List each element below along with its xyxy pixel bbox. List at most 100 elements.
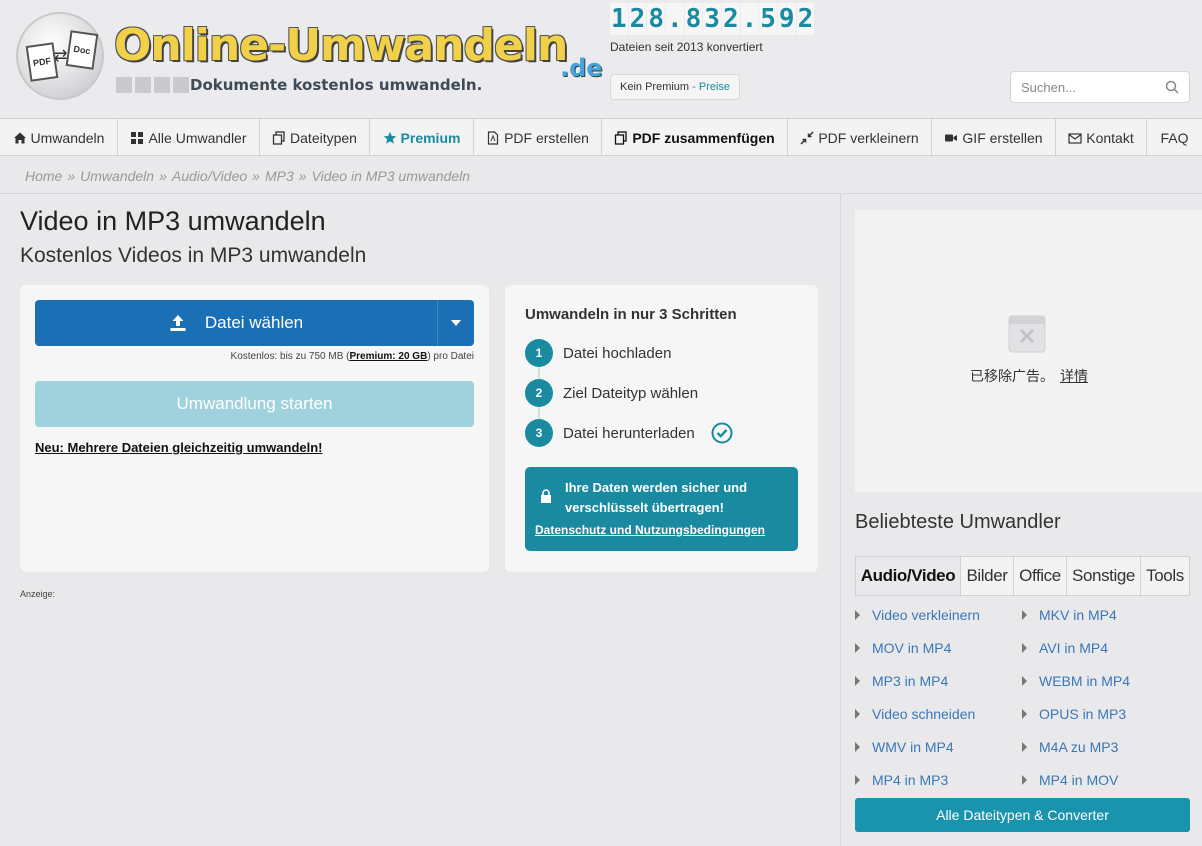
logo-tld: .de: [560, 54, 603, 82]
envelope-icon: [1068, 132, 1082, 144]
tab-sonstige[interactable]: Sonstige: [1067, 557, 1141, 595]
choose-source-dropdown[interactable]: [438, 300, 474, 346]
converter-link[interactable]: Video verkleinern: [855, 606, 980, 624]
logo-text[interactable]: Online-Umwandeln: [114, 20, 568, 71]
converter-label: WEBM in MP4: [1039, 673, 1131, 689]
converter-label: MKV in MP4: [1039, 607, 1117, 623]
caret-right-icon: [855, 742, 860, 752]
tab-tools[interactable]: Tools: [1141, 557, 1189, 595]
ad-details-link[interactable]: 详情: [1060, 368, 1088, 384]
converter-label: MP3 in MP4: [872, 673, 949, 689]
converter-link[interactable]: MP4 in MP3: [855, 771, 948, 789]
tab-office[interactable]: Office: [1014, 557, 1067, 595]
nav-item-faq[interactable]: FAQ: [1147, 119, 1202, 156]
sidebar-divider: [840, 194, 841, 846]
divider: [0, 193, 1202, 194]
choose-file-button[interactable]: Datei wählen: [35, 300, 437, 346]
converter-link[interactable]: MP4 in MOV: [1022, 771, 1118, 789]
premium-limit-link[interactable]: Premium: 20 GB: [350, 351, 428, 362]
counter-digit: .: [665, 3, 684, 35]
all-converters-button[interactable]: Alle Dateitypen & Converter: [855, 798, 1190, 832]
home-icon: [13, 132, 26, 143]
caret-right-icon: [855, 709, 860, 719]
nav-item-dateitypen[interactable]: Dateitypen: [260, 119, 370, 156]
video-camera-icon: [945, 134, 958, 141]
converter-link[interactable]: Video schneiden: [855, 705, 975, 723]
grid-icon: [131, 131, 144, 144]
nav-label: PDF zusammenfügen: [632, 129, 775, 146]
nav-item-kontakt[interactable]: Kontakt: [1056, 119, 1147, 156]
counter-digit: 2: [721, 3, 740, 35]
search-input[interactable]: [1021, 80, 1161, 95]
prices-link[interactable]: Preise: [699, 81, 730, 93]
breadcrumb: Home » Umwandeln » Audio/Video » MP3 » V…: [25, 168, 470, 184]
nav-label: PDF verkleinern: [818, 129, 919, 146]
counter-digit: .: [740, 3, 759, 35]
search-icon[interactable]: [1165, 80, 1179, 94]
compress-icon: [800, 130, 814, 145]
privacy-terms-link[interactable]: Datenschutz und Nutzungsbedingungen: [535, 523, 765, 537]
converter-label: MP4 in MOV: [1039, 772, 1119, 788]
breadcrumb-link[interactable]: MP3: [265, 168, 294, 184]
premium-dash: -: [689, 81, 699, 93]
swap-arrows-icon: ⇄: [54, 48, 68, 65]
site-header: PDF Doc ⇄ Online-Umwandeln .de Dokumente…: [0, 0, 1202, 118]
converter-link[interactable]: MOV in MP4: [855, 639, 951, 657]
nav-label: Dateitypen: [290, 129, 357, 146]
converter-link[interactable]: AVI in MP4: [1022, 639, 1108, 657]
converter-link[interactable]: WEBM in MP4: [1022, 672, 1130, 690]
converter-link[interactable]: M4A zu MP3: [1022, 738, 1118, 756]
page-subtitle: Kostenlos Videos in MP3 umwandeln: [20, 244, 367, 267]
steps-title: Umwandeln in nur 3 Schritten: [525, 306, 737, 323]
caret-right-icon: [1022, 775, 1027, 785]
premium-status-pill[interactable]: Kein Premium - Preise: [610, 74, 741, 100]
converter-link[interactable]: MP3 in MP4: [855, 672, 948, 690]
ad-removed-text: 已移除广告。: [970, 368, 1054, 384]
nav-item-pdf-verkleinern[interactable]: PDF verkleinern: [788, 119, 932, 156]
step-number: 3: [525, 419, 553, 447]
converter-link[interactable]: WMV in MP4: [855, 738, 954, 756]
breadcrumb-separator: »: [159, 168, 167, 184]
step-label: Datei hochladen: [563, 344, 672, 362]
converter-link[interactable]: OPUS in MP3: [1022, 705, 1126, 723]
converter-link[interactable]: MKV in MP4: [1022, 606, 1117, 624]
multiple-files-link[interactable]: Neu: Mehrere Dateien gleichzeitig umwand…: [35, 440, 323, 455]
nav-item-pdf-zusammenfuegen[interactable]: PDF zusammenfügen: [602, 119, 788, 156]
nav-item-pdf-erstellen[interactable]: PDF erstellen: [474, 119, 602, 156]
ad-removed-notice: 已移除广告。 详情: [970, 366, 1088, 386]
caret-right-icon: [1022, 742, 1027, 752]
logo-doc-doc: Doc: [65, 30, 99, 70]
nav-item-gif-erstellen[interactable]: GIF erstellen: [932, 119, 1056, 156]
caret-right-icon: [855, 775, 860, 785]
category-tabs: Audio/Video Bilder Office Sonstige Tools: [855, 556, 1190, 596]
counter-digit: 5: [759, 3, 777, 35]
converter-label: Video verkleinern: [872, 607, 980, 623]
logo-tagline: Dokumente kostenlos umwandeln.: [190, 76, 483, 94]
nav-item-alle-umwandler[interactable]: Alle Umwandler: [118, 119, 260, 156]
nav-label: GIF erstellen: [962, 129, 1043, 146]
tab-bilder[interactable]: Bilder: [961, 557, 1014, 595]
breadcrumb-link[interactable]: Umwandeln: [80, 168, 154, 184]
counter-digit: 8: [647, 3, 665, 35]
start-conversion-button[interactable]: Umwandlung starten: [35, 381, 474, 427]
limit-prefix: Kostenlos: bis zu 750 MB (: [230, 351, 350, 362]
broken-ad-icon: [1008, 315, 1046, 353]
nav-item-umwandeln[interactable]: Umwandeln: [0, 119, 118, 156]
check-circle-icon: [711, 422, 733, 444]
ad-label: Anzeige:: [20, 589, 56, 599]
search-box: [1010, 71, 1190, 103]
merge-icon: [615, 130, 627, 145]
caret-down-icon: [451, 320, 461, 326]
converter-label: Video schneiden: [872, 706, 976, 722]
caret-right-icon: [855, 643, 860, 653]
tab-audio-video[interactable]: Audio/Video: [856, 557, 961, 595]
security-notice: Ihre Daten werden sicher und verschlüsse…: [525, 467, 798, 551]
caret-right-icon: [1022, 676, 1027, 686]
choose-file-label: Datei wählen: [204, 313, 304, 332]
ad-placeholder: 已移除广告。 详情: [855, 210, 1202, 492]
nav-item-premium[interactable]: Premium: [370, 119, 474, 156]
nav-label: FAQ: [1160, 129, 1189, 146]
breadcrumb-link[interactable]: Audio/Video: [172, 168, 247, 184]
logo-badge[interactable]: PDF Doc ⇄: [16, 12, 104, 100]
breadcrumb-link[interactable]: Home: [25, 168, 62, 184]
